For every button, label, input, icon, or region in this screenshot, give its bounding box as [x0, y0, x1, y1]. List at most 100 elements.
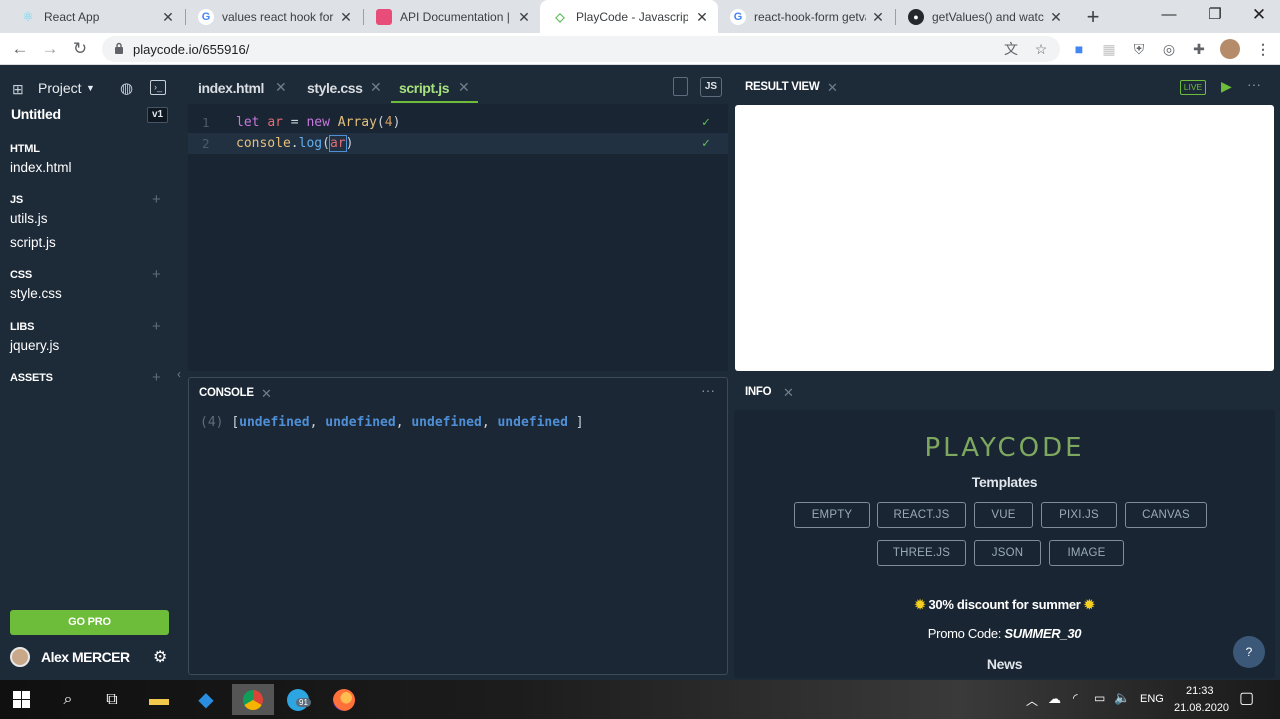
wifi-icon[interactable]: ◜	[1073, 691, 1078, 705]
browser-tab-api-docs[interactable]: API Documentation | Re ✕	[364, 0, 540, 33]
browser-tab-google-search[interactable]: G values react hook form ✕	[186, 0, 362, 33]
google-translate-ext-icon[interactable]: ■	[1070, 40, 1088, 58]
browser-tab-github[interactable]: ● getValues() and watch() ✕	[896, 0, 1072, 33]
puzzle-icon[interactable]: ✚	[1190, 40, 1208, 58]
console-output[interactable]: (4) [undefined, undefined, undefined, un…	[200, 415, 584, 430]
code-line[interactable]: 1 let ar = new Array(4) ✓	[188, 112, 728, 133]
profile-avatar[interactable]	[1220, 39, 1240, 59]
more-icon[interactable]: ···	[701, 382, 715, 398]
file-style-css[interactable]: style.css	[10, 286, 62, 301]
close-icon[interactable]: ✕	[827, 80, 838, 96]
play-icon[interactable]: ▶	[1221, 78, 1232, 95]
new-tab-button[interactable]: +	[1081, 4, 1105, 30]
menu-icon[interactable]: ⋮	[1254, 40, 1272, 58]
restore-button[interactable]: ❐	[1192, 0, 1238, 30]
template-json-button[interactable]: JSON	[974, 540, 1041, 566]
template-react-button[interactable]: REACT.JS	[877, 502, 966, 528]
battery-icon[interactable]: ▭	[1094, 691, 1105, 705]
forward-button[interactable]: →	[38, 37, 62, 61]
project-menu-label[interactable]: Project	[38, 80, 82, 96]
shield-icon[interactable]: ⛨	[1130, 40, 1148, 58]
close-icon[interactable]: ✕	[516, 9, 532, 25]
close-icon[interactable]: ✕	[1048, 9, 1064, 25]
code-line[interactable]: 2 console.log(ar) ✓	[188, 133, 728, 154]
template-pixi-button[interactable]: PIXI.JS	[1041, 502, 1117, 528]
gear-icon[interactable]: ⚙	[153, 647, 167, 667]
vscode-icon[interactable]: ◆	[190, 684, 222, 715]
user-name[interactable]: Alex MERCER	[41, 649, 130, 665]
file-jquery-js[interactable]: jquery.js	[10, 338, 59, 353]
chevron-down-icon[interactable]: ▼	[86, 83, 95, 93]
close-icon[interactable]: ✕	[370, 79, 382, 96]
close-icon[interactable]: ✕	[261, 386, 272, 402]
tab-index-html[interactable]: index.html	[198, 80, 264, 96]
template-canvas-button[interactable]: CANVAS	[1125, 502, 1207, 528]
chrome-icon[interactable]	[232, 684, 274, 715]
address-bar[interactable]: playcode.io/655916/ 文 ☆	[102, 36, 1060, 62]
translate-icon[interactable]: 文	[1002, 40, 1020, 58]
reload-button[interactable]: ↻	[68, 37, 92, 61]
live-badge[interactable]: LIVE	[1180, 80, 1206, 95]
promo-code[interactable]: SUMMER_30	[1004, 626, 1081, 641]
clock-date[interactable]: 21.08.2020	[1174, 702, 1229, 714]
close-icon[interactable]: ✕	[783, 385, 794, 401]
collapse-sidebar-icon[interactable]: ‹	[177, 367, 181, 381]
avatar[interactable]	[10, 647, 30, 667]
volume-icon[interactable]: 🔈	[1114, 690, 1130, 706]
project-name[interactable]: Untitled	[11, 106, 61, 122]
extension-icon[interactable]: ▦	[1100, 40, 1118, 58]
minimize-button[interactable]: —	[1146, 0, 1192, 30]
file-index-html[interactable]: index.html	[10, 160, 72, 175]
file-icon[interactable]	[673, 77, 688, 96]
clock-time[interactable]: 21:33	[1186, 685, 1214, 697]
browser-tab-google-search-2[interactable]: G react-hook-form getval ✕	[718, 0, 894, 33]
template-vue-button[interactable]: VUE	[974, 502, 1033, 528]
search-icon[interactable]: ⌕	[52, 684, 84, 715]
lang-badge[interactable]: JS	[700, 77, 722, 97]
go-pro-button[interactable]: GO PRO	[10, 610, 169, 635]
tab-script-js[interactable]: script.js	[399, 80, 449, 96]
line-number: 2	[202, 136, 210, 151]
bookmark-star-icon[interactable]: ☆	[1032, 40, 1050, 58]
globe-icon[interactable]: ◍	[120, 79, 133, 97]
firefox-icon[interactable]	[328, 684, 360, 715]
code-token: Array	[337, 115, 377, 130]
camera-ext-icon[interactable]: ◎	[1160, 40, 1178, 58]
close-icon[interactable]: ✕	[694, 9, 710, 25]
code-token: new	[306, 115, 338, 130]
notification-icon[interactable]: ▢	[1239, 688, 1254, 708]
grid-icon[interactable]: ⊞	[12, 81, 24, 98]
version-badge[interactable]: v1	[147, 107, 168, 123]
help-button[interactable]: ?	[1233, 636, 1265, 668]
window-close-button[interactable]: ✕	[1236, 0, 1280, 30]
windows-start-icon[interactable]	[5, 684, 37, 715]
close-icon[interactable]: ✕	[275, 79, 287, 96]
add-js-file-button[interactable]: +	[152, 191, 161, 208]
telegram-icon[interactable]: 91	[282, 684, 314, 715]
browser-tab-react-app[interactable]: ⚛ React App ✕	[8, 0, 184, 33]
file-utils-js[interactable]: utils.js	[10, 211, 48, 226]
close-icon[interactable]: ✕	[870, 9, 886, 25]
close-icon[interactable]: ✕	[338, 9, 354, 25]
template-three-button[interactable]: THREE.JS	[877, 540, 966, 566]
add-asset-button[interactable]: +	[152, 369, 161, 386]
add-lib-button[interactable]: +	[152, 318, 161, 335]
back-button[interactable]: ←	[8, 37, 32, 61]
tab-style-css[interactable]: style.css	[307, 80, 363, 96]
file-script-js[interactable]: script.js	[10, 235, 56, 250]
template-empty-button[interactable]: EMPTY	[794, 502, 870, 528]
chevron-up-icon[interactable]: ︿	[1026, 692, 1038, 709]
file-explorer-icon[interactable]: ▬	[143, 684, 175, 715]
browser-tab-playcode[interactable]: ◇ PlayCode - Javascript P ✕	[540, 0, 718, 33]
close-icon[interactable]: ✕	[160, 9, 176, 25]
browser-tab-strip: ⚛ React App ✕ G values react hook form ✕…	[0, 0, 1280, 33]
close-icon[interactable]: ✕	[458, 79, 470, 96]
template-image-button[interactable]: IMAGE	[1049, 540, 1124, 566]
result-preview[interactable]	[735, 105, 1274, 371]
more-icon[interactable]: ···	[1247, 76, 1261, 92]
onedrive-icon[interactable]: ☁	[1048, 691, 1061, 707]
terminal-icon[interactable]: ›_	[150, 80, 166, 95]
add-css-file-button[interactable]: +	[152, 266, 161, 283]
language-indicator[interactable]: ENG	[1140, 693, 1164, 705]
task-view-icon[interactable]: ⧉	[96, 684, 128, 715]
